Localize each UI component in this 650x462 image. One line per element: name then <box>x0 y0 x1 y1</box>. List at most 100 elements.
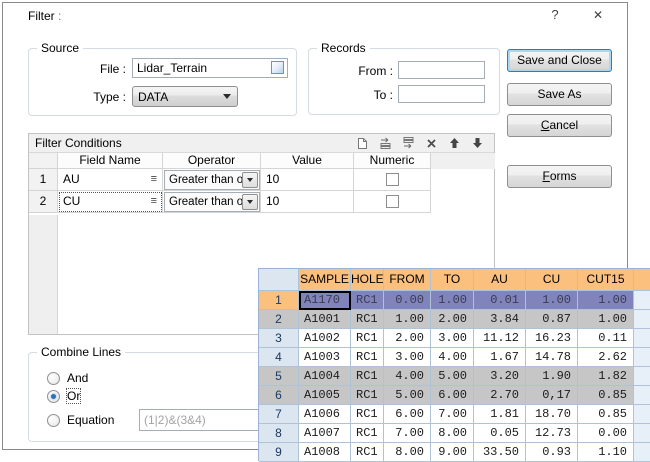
grid-cell[interactable]: A1008 <box>299 443 351 462</box>
grid-cell[interactable]: 1.00 <box>384 310 431 329</box>
grid-cell[interactable]: 0,17 <box>526 386 578 405</box>
close-icon[interactable]: ✕ <box>589 6 607 24</box>
filter-row-number[interactable]: 1 <box>29 169 58 191</box>
radio-icon[interactable] <box>47 372 60 385</box>
grid-cell[interactable]: 1.67 <box>474 348 526 367</box>
grid-cell[interactable]: 0.11 <box>578 329 634 348</box>
grid-cell[interactable]: 6.00 <box>384 405 431 424</box>
row-number[interactable]: 7 <box>259 405 299 424</box>
save-and-close-button[interactable]: Save and Close <box>507 49 612 72</box>
col-header-hole[interactable]: HOLE <box>351 269 384 291</box>
grid-cell[interactable]: 0.87 <box>526 310 578 329</box>
field-name-cell[interactable]: AU ≡ <box>58 169 163 191</box>
move-up-icon[interactable] <box>447 136 461 150</box>
grid-cell[interactable]: 0.01 <box>474 291 526 310</box>
grid-cell[interactable]: A1003 <box>299 348 351 367</box>
col-header-cut15[interactable]: CUT15 <box>578 269 634 291</box>
records-from-input[interactable] <box>398 61 485 79</box>
grid-cell[interactable]: A1002 <box>299 329 351 348</box>
grid-cell[interactable]: 4.00 <box>431 348 474 367</box>
grid-cell[interactable]: 33.50 <box>474 443 526 462</box>
grid-cell[interactable]: 0.85 <box>578 386 634 405</box>
grid-cell[interactable]: 1.00 <box>578 291 634 310</box>
grid-cell[interactable]: 2.00 <box>384 329 431 348</box>
grid-cell[interactable]: 2.70 <box>474 386 526 405</box>
file-browse-button[interactable] <box>271 61 284 74</box>
grid-cell[interactable]: 1.10 <box>578 443 634 462</box>
field-picker-icon[interactable]: ≡ <box>151 169 162 190</box>
grid-cell[interactable]: 9.00 <box>431 443 474 462</box>
grid-cell[interactable]: RC1 <box>351 348 384 367</box>
grid-cell[interactable]: RC1 <box>351 291 384 310</box>
value-cell[interactable]: 10 <box>261 169 354 191</box>
radio-icon-selected[interactable] <box>47 390 60 403</box>
grid-cell[interactable]: 1.00 <box>578 310 634 329</box>
grid-cell[interactable]: 8.00 <box>431 424 474 443</box>
insert-row-above-icon[interactable] <box>378 136 392 150</box>
operator-dropdown[interactable]: Greater than or <box>164 170 260 190</box>
row-number[interactable]: 8 <box>259 424 299 443</box>
grid-cell[interactable]: RC1 <box>351 424 384 443</box>
grid-cell[interactable]: 6.00 <box>431 386 474 405</box>
grid-cell[interactable]: 4.00 <box>384 367 431 386</box>
grid-cell[interactable]: 2.00 <box>431 310 474 329</box>
grid-cell[interactable]: 3.20 <box>474 367 526 386</box>
grid-cell[interactable]: 3.84 <box>474 310 526 329</box>
row-number[interactable]: 1 <box>259 291 299 310</box>
numeric-checkbox[interactable] <box>386 195 399 208</box>
radio-equation[interactable]: Equation <box>47 413 114 427</box>
forms-button[interactable]: Forms <box>507 165 612 188</box>
grid-cell[interactable]: 5.00 <box>431 367 474 386</box>
grid-cell[interactable]: A1004 <box>299 367 351 386</box>
numeric-checkbox[interactable] <box>386 173 399 186</box>
grid-cell[interactable]: 3.00 <box>384 348 431 367</box>
move-down-icon[interactable] <box>470 136 484 150</box>
grid-cell[interactable]: A1006 <box>299 405 351 424</box>
chevron-down-icon[interactable] <box>242 172 258 188</box>
save-as-button[interactable]: Save As <box>507 83 612 106</box>
col-header-sample[interactable]: SAMPLE <box>299 269 351 291</box>
grid-cell[interactable]: A1007 <box>299 424 351 443</box>
new-row-icon[interactable] <box>355 136 369 150</box>
grid-cell[interactable]: RC1 <box>351 310 384 329</box>
grid-cell[interactable]: 1.81 <box>474 405 526 424</box>
grid-cell[interactable]: RC1 <box>351 386 384 405</box>
row-number[interactable]: 5 <box>259 367 299 386</box>
grid-cell[interactable]: 1.90 <box>526 367 578 386</box>
row-number[interactable]: 9 <box>259 443 299 462</box>
grid-cell[interactable]: RC1 <box>351 405 384 424</box>
file-input[interactable] <box>132 58 288 78</box>
type-dropdown[interactable]: DATA <box>132 86 238 107</box>
row-number[interactable]: 3 <box>259 329 299 348</box>
operator-dropdown[interactable]: Greater than or <box>164 192 260 212</box>
grid-cell[interactable]: 1.82 <box>578 367 634 386</box>
grid-cell[interactable]: 7.00 <box>431 405 474 424</box>
col-header-cu[interactable]: CU <box>526 269 578 291</box>
radio-or[interactable]: Or <box>47 389 80 403</box>
chevron-down-icon[interactable] <box>242 194 258 210</box>
grid-cell[interactable]: 1.00 <box>526 291 578 310</box>
grid-cell-active[interactable]: A1170 <box>299 291 351 310</box>
field-name-cell[interactable]: CU ≡ <box>58 191 163 213</box>
grid-cell[interactable]: 3.00 <box>431 329 474 348</box>
grid-cell[interactable]: RC1 <box>351 329 384 348</box>
filter-row-number[interactable]: 2 <box>29 191 58 213</box>
grid-cell[interactable]: 7.00 <box>384 424 431 443</box>
grid-cell[interactable]: 12.73 <box>526 424 578 443</box>
grid-cell[interactable]: 1.00 <box>431 291 474 310</box>
grid-corner-cell[interactable] <box>259 269 299 291</box>
grid-cell[interactable]: RC1 <box>351 443 384 462</box>
insert-row-below-icon[interactable] <box>401 136 415 150</box>
row-number[interactable]: 2 <box>259 310 299 329</box>
cancel-button[interactable]: Cancel <box>507 114 612 137</box>
grid-cell[interactable]: 0.05 <box>474 424 526 443</box>
grid-cell[interactable]: 2.62 <box>578 348 634 367</box>
col-header-from[interactable]: FROM <box>384 269 431 291</box>
grid-cell[interactable]: 0.85 <box>578 405 634 424</box>
help-button[interactable]: ? <box>546 6 564 24</box>
row-number[interactable]: 4 <box>259 348 299 367</box>
grid-cell[interactable]: A1001 <box>299 310 351 329</box>
grid-cell[interactable]: 0.00 <box>578 424 634 443</box>
delete-row-icon[interactable] <box>424 136 438 150</box>
grid-cell[interactable]: 0.00 <box>384 291 431 310</box>
